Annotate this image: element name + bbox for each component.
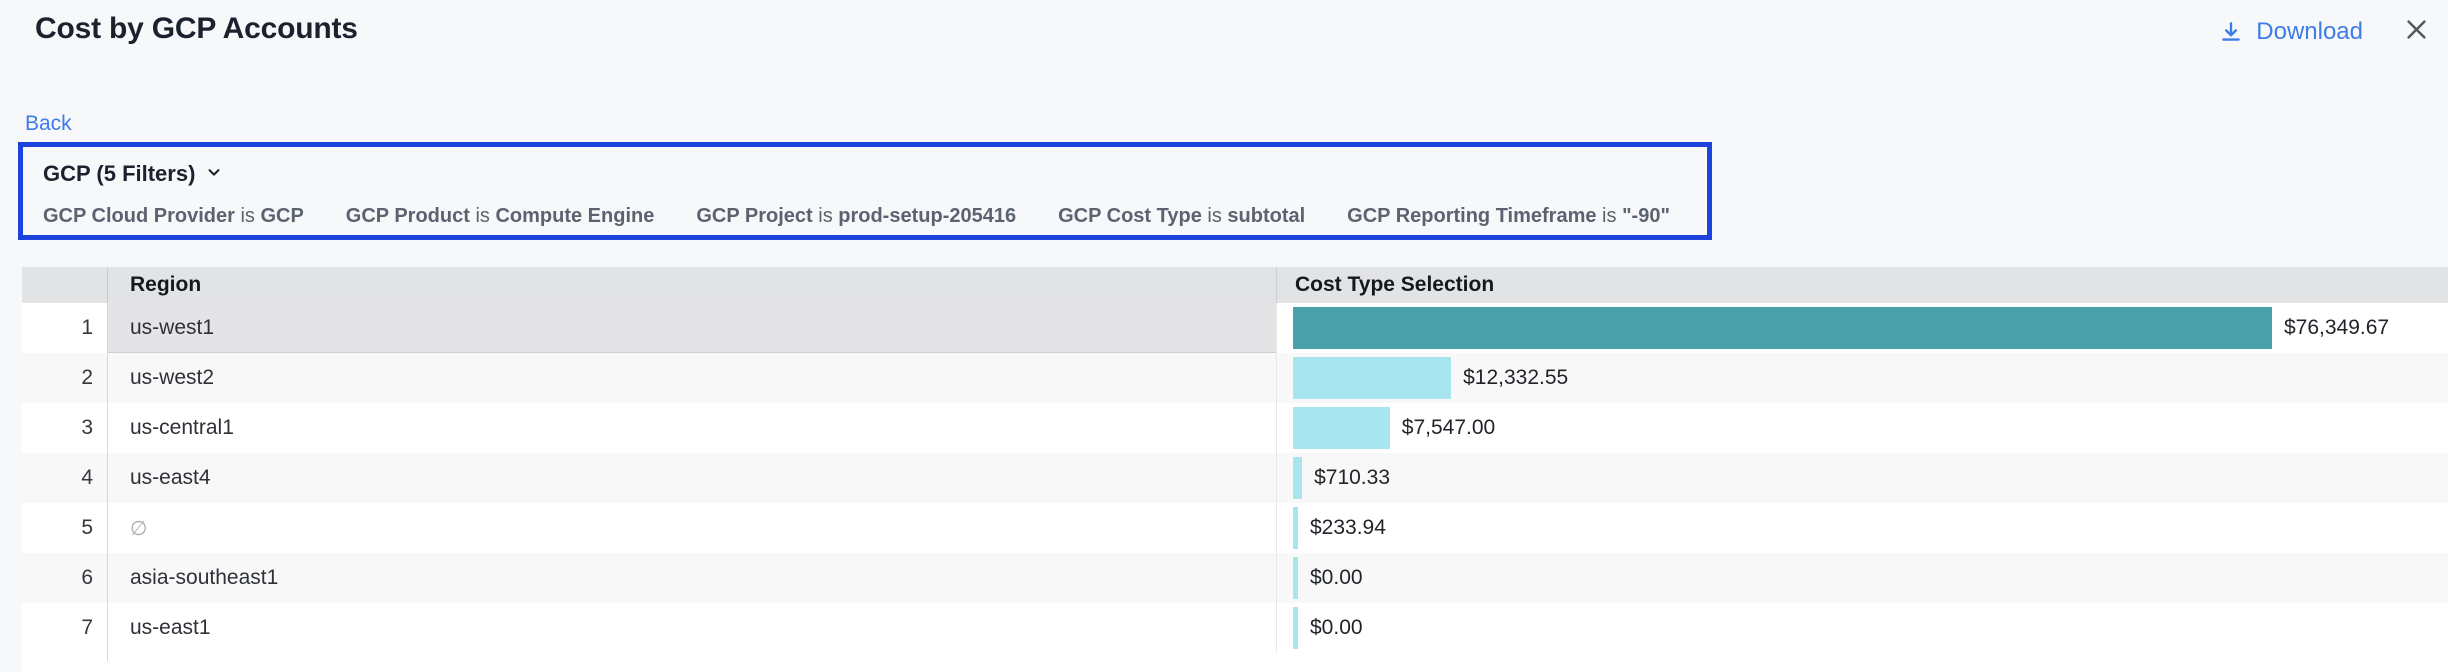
region-cell: asia-southeast1 [108, 553, 1277, 603]
download-label: Download [2256, 18, 2363, 46]
cost-cell: $7,547.00 [1277, 403, 2448, 453]
row-number: 4 [22, 453, 108, 503]
download-button[interactable]: Download [2218, 18, 2363, 46]
table-row[interactable]: 5∅ $233.94 [22, 503, 2448, 553]
table-body: 1us-west1$76,349.672us-west2$12,332.553u… [22, 303, 2448, 653]
cost-cell: $710.33 [1277, 453, 2448, 503]
row-number: 1 [22, 303, 108, 353]
download-icon [2218, 19, 2244, 45]
cost-value-label: $0.00 [1310, 616, 1363, 640]
filter-dropdown-toggle[interactable]: GCP (5 Filters) [43, 161, 223, 187]
cost-column-header[interactable]: Cost Type Selection [1277, 267, 2448, 303]
row-number: 7 [22, 603, 108, 653]
filter-panel: GCP (5 Filters) GCP Cloud Provider is GC… [18, 142, 1712, 240]
cost-bar [1293, 307, 2272, 349]
cost-bar [1293, 457, 1302, 499]
filter-chip: GCP Cost Type is subtotal [1058, 205, 1305, 228]
close-button[interactable] [2403, 16, 2430, 48]
region-cell: us-east4 [108, 453, 1277, 503]
cost-cell: $76,349.67 [1277, 303, 2448, 353]
cost-bar [1293, 357, 1451, 399]
table-header-row: Region Cost Type Selection [22, 267, 2448, 303]
region-column-header[interactable]: Region [108, 267, 1277, 303]
cost-value-label: $7,547.00 [1402, 416, 1495, 440]
back-link[interactable]: Back [25, 112, 72, 136]
cost-bar [1293, 407, 1390, 449]
table-row[interactable]: 4us-east4 $710.33 [22, 453, 2448, 503]
filter-chip: GCP Cloud Provider is GCP [43, 205, 304, 228]
chevron-down-icon [205, 161, 223, 187]
table-row[interactable]: 3us-central1 $7,547.00 [22, 403, 2448, 453]
results-table: Region Cost Type Selection 1us-west1 $76,… [22, 267, 2448, 672]
filter-summary-label: GCP (5 Filters) [43, 161, 195, 187]
region-cell-null: ∅ [108, 503, 1277, 553]
table-row[interactable]: 1us-west1 $76,349.67 [22, 303, 2448, 353]
page-title: Cost by GCP Accounts [35, 12, 358, 46]
filter-chip: GCP Reporting Timeframe is "-90" [1347, 205, 1670, 228]
row-number: 5 [22, 503, 108, 553]
table-row[interactable]: 2us-west2 $12,332.55 [22, 353, 2448, 403]
cost-cell: $0.00 [1277, 553, 2448, 603]
cost-cell: $0.00 [1277, 603, 2448, 653]
cost-value-label: $12,332.55 [1463, 366, 1568, 390]
cost-cell: $12,332.55 [1277, 353, 2448, 403]
cost-bar [1293, 607, 1298, 649]
region-cell: us-east1 [108, 603, 1277, 653]
cost-value-label: $233.94 [1310, 516, 1386, 540]
cost-value-label: $710.33 [1314, 466, 1390, 490]
table-row[interactable]: 6asia-southeast1 $0.00 [22, 553, 2448, 603]
filter-list: GCP Cloud Provider is GCP GCP Product is … [43, 205, 1670, 228]
filter-chip: GCP Project is prod-setup-205416 [696, 205, 1016, 228]
row-number: 6 [22, 553, 108, 603]
filter-chip: GCP Product is Compute Engine [346, 205, 655, 228]
row-number: 3 [22, 403, 108, 453]
region-cell: us-central1 [108, 403, 1277, 453]
row-number-column-header [22, 267, 108, 303]
cost-bar [1293, 557, 1298, 599]
row-number: 2 [22, 353, 108, 403]
cost-cell: $233.94 [1277, 503, 2448, 553]
region-cell: us-west2 [108, 353, 1277, 403]
close-icon [2403, 16, 2430, 48]
region-cell: us-west1 [108, 303, 1277, 353]
top-actions: Download [2218, 16, 2430, 48]
table-cutoff-row [22, 653, 2448, 672]
table-row[interactable]: 7us-east1 $0.00 [22, 603, 2448, 653]
cost-bar [1293, 507, 1298, 549]
cost-value-label: $76,349.67 [2284, 316, 2389, 340]
cost-value-label: $0.00 [1310, 566, 1363, 590]
